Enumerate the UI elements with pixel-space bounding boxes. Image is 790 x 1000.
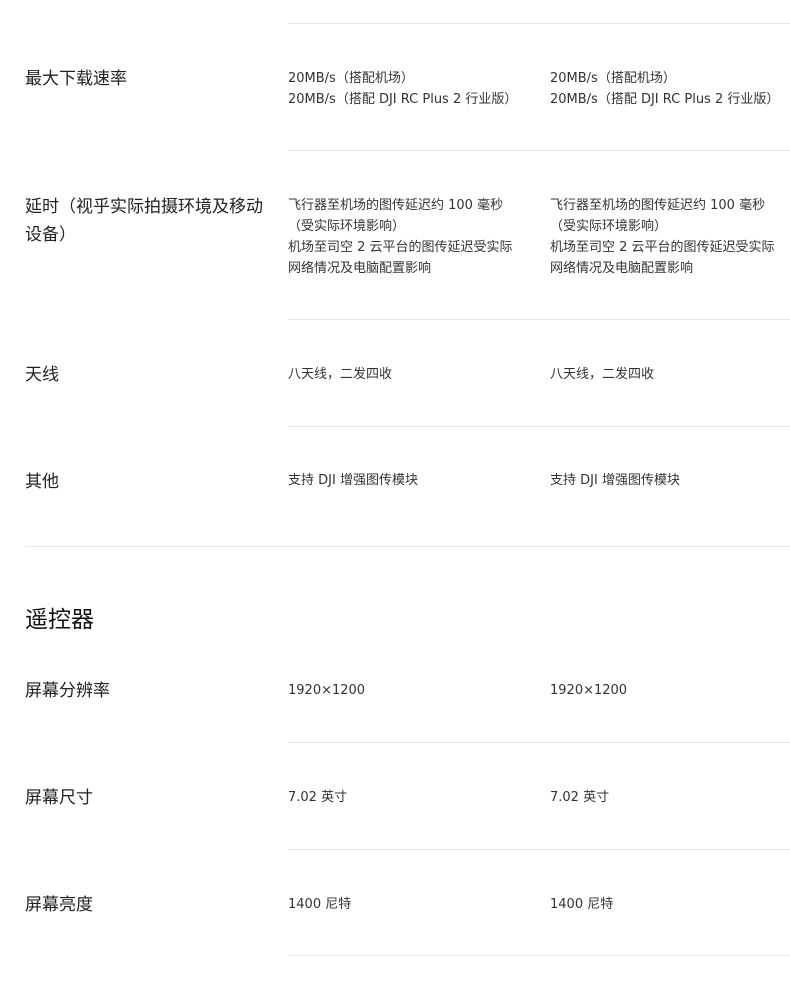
spec-value-screen-brightness-model-1: 1400 尼特 [288,897,352,912]
spec-label-screen-size: 屏幕尺寸 [25,788,93,808]
spec-value-antenna-model-1: 八天线，二发四收 [288,367,393,382]
spec-value-screen-size-model-2: 7.02 英寸 [550,790,610,805]
spec-value-latency-model-2: 飞行器至机场的图传延迟约 100 毫秒 （受实际环境影响） 机场至司空 2 云平… [550,195,790,279]
spec-value-download-rate-model-1: 20MB/s（搭配机场） 20MB/s（搭配 DJI RC Plus 2 行业版… [288,68,538,110]
spec-label-screen-resolution: 屏幕分辨率 [25,681,110,701]
row-divider [288,319,790,320]
spec-label-other: 其他 [25,472,59,492]
row-divider [288,23,790,24]
value-line: 20MB/s（搭配 DJI RC Plus 2 行业版） [550,92,780,107]
value-line: 机场至司空 2 云平台的图传延迟受实际 [288,240,513,255]
row-divider [288,955,790,956]
value-line: 20MB/s（搭配机场） [288,71,414,86]
spec-label-download-rate: 最大下载速率 [25,69,127,89]
row-divider [288,150,790,151]
value-line: （受实际环境影响） [550,219,668,234]
value-line: 20MB/s（搭配 DJI RC Plus 2 行业版） [288,92,518,107]
spec-value-antenna-model-2: 八天线，二发四收 [550,367,655,382]
value-line: 飞行器至机场的图传延迟约 100 毫秒 [288,198,504,213]
spec-label-latency: 延时（视乎实际拍摄环境及移动设备） [25,197,263,245]
spec-value-screen-resolution-model-2: 1920×1200 [550,683,628,698]
section-title-remote-controller: 遥控器 [25,607,94,633]
spec-value-other-model-1: 支持 DJI 增强图传模块 [288,473,418,488]
row-divider [288,426,790,427]
spec-value-screen-brightness-model-2: 1400 尼特 [550,897,614,912]
value-line: 20MB/s（搭配机场） [550,71,676,86]
value-line: （受实际环境影响） [288,219,406,234]
spec-comparison-page: 最大下载速率 20MB/s（搭配机场） 20MB/s（搭配 DJI RC Plu… [0,0,790,1000]
spec-label-antenna: 天线 [25,365,59,385]
row-divider [288,849,790,850]
section-divider [25,546,790,547]
value-line: 网络情况及电脑配置影响 [288,261,432,276]
value-line: 机场至司空 2 云平台的图传延迟受实际 [550,240,775,255]
spec-value-screen-size-model-1: 7.02 英寸 [288,790,348,805]
spec-label-screen-brightness: 屏幕亮度 [25,895,93,915]
spec-value-other-model-2: 支持 DJI 增强图传模块 [550,473,680,488]
spec-value-screen-resolution-model-1: 1920×1200 [288,683,366,698]
spec-value-latency-model-1: 飞行器至机场的图传延迟约 100 毫秒 （受实际环境影响） 机场至司空 2 云平… [288,195,538,279]
value-line: 飞行器至机场的图传延迟约 100 毫秒 [550,198,766,213]
value-line: 网络情况及电脑配置影响 [550,261,694,276]
spec-value-download-rate-model-2: 20MB/s（搭配机场） 20MB/s（搭配 DJI RC Plus 2 行业版… [550,68,790,110]
row-divider [288,742,790,743]
